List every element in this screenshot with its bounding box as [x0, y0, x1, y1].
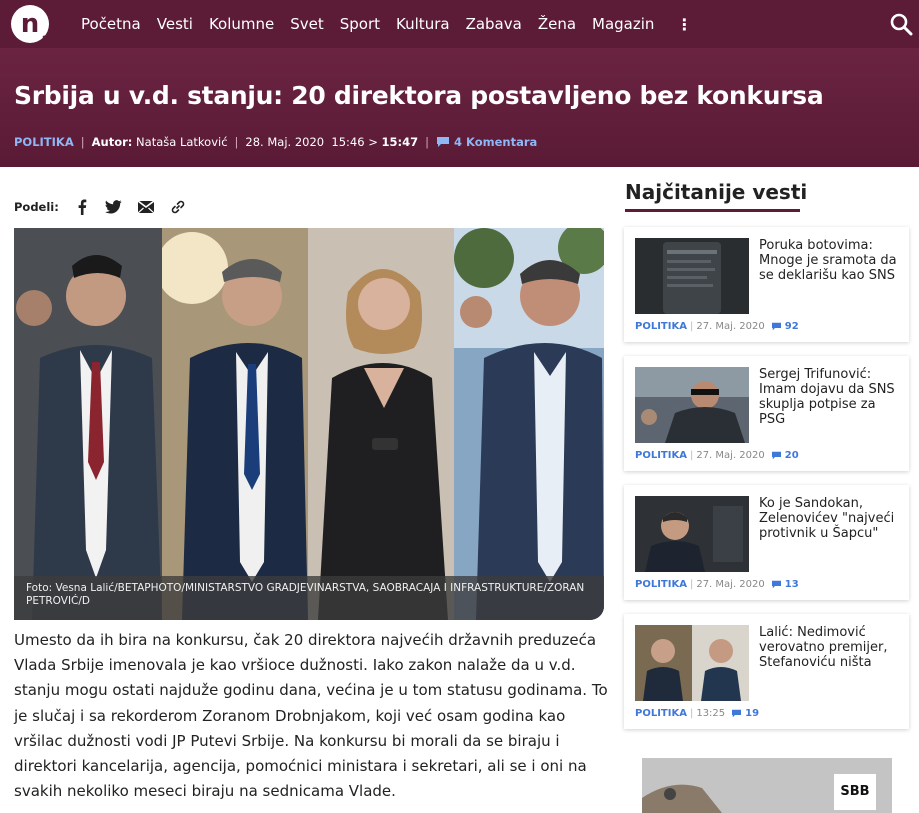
news-thumbnail: [635, 367, 749, 443]
article-category[interactable]: POLITIKA: [14, 135, 74, 149]
news-comment-count: 92: [784, 321, 799, 332]
article-time-created: 15:46 >: [331, 135, 378, 149]
nav-item-svet[interactable]: Svet: [290, 15, 324, 33]
news-date: 27. Maj. 2020: [696, 450, 765, 461]
news-meta: POLITIKA | 27. Maj. 2020 20: [635, 450, 799, 461]
logo-sub: s: [42, 33, 47, 42]
news-category: POLITIKA: [635, 708, 687, 719]
facebook-icon[interactable]: [73, 198, 91, 216]
meta-separator: |: [689, 579, 694, 590]
comment-icon: [732, 709, 742, 718]
comment-icon: [771, 451, 781, 460]
news-thumbnail: [635, 625, 749, 701]
news-comment-count: 19: [745, 708, 760, 719]
news-meta: POLITIKA | 13:25 19: [635, 708, 759, 719]
comments-link[interactable]: 4 Komentara: [436, 135, 537, 149]
main-nav: Početna Vesti Kolumne Svet Sport Kultura…: [81, 0, 698, 48]
photo-panel-2: [162, 228, 308, 620]
photo-panel-1: [14, 228, 162, 620]
advertisement-banner[interactable]: SBB: [642, 758, 892, 813]
news-date: 27. Maj. 2020: [696, 579, 765, 590]
top-navigation-bar: n s Početna Vesti Kolumne Svet Sport Kul…: [0, 0, 919, 48]
meta-separator: |: [234, 135, 239, 149]
email-icon[interactable]: [137, 198, 155, 216]
search-icon[interactable]: [889, 12, 913, 36]
news-date: 13:25: [696, 708, 726, 719]
news-comments: 13: [771, 579, 799, 590]
nav-item-sport[interactable]: Sport: [340, 15, 380, 33]
twitter-icon[interactable]: [105, 198, 123, 216]
news-category: POLITIKA: [635, 321, 687, 332]
news-category: POLITIKA: [635, 450, 687, 461]
meta-separator: |: [689, 450, 694, 461]
most-read-item[interactable]: Poruka botovima: Mnoge je sramota da se …: [624, 227, 909, 342]
nav-item-zena[interactable]: Žena: [538, 15, 576, 33]
news-comments: 19: [731, 708, 759, 719]
news-comments: 92: [771, 321, 799, 332]
news-date: 27. Maj. 2020: [696, 321, 765, 332]
article-time-updated: 15:47: [381, 135, 419, 149]
nav-item-vesti[interactable]: Vesti: [157, 15, 193, 33]
share-bar: Podeli:: [14, 198, 187, 216]
article-meta: POLITIKA | Autor: Nataša Latković | 28. …: [14, 135, 537, 149]
news-comments: 20: [771, 450, 799, 461]
most-read-title: Najčitanije vesti: [625, 180, 808, 204]
share-label: Podeli:: [14, 200, 59, 214]
nav-item-zabava[interactable]: Zabava: [466, 15, 522, 33]
most-read-item[interactable]: Ko je Sandokan, Zelenovićev "najveći pro…: [624, 485, 909, 600]
sbb-logo: SBB: [834, 774, 876, 810]
author-label: Autor:: [91, 135, 133, 149]
site-logo[interactable]: n s: [11, 5, 49, 43]
more-menu-icon[interactable]: ⋮: [670, 15, 698, 34]
nav-item-pocetna[interactable]: Početna: [81, 15, 141, 33]
meta-separator: |: [80, 135, 85, 149]
news-title: Ko je Sandokan, Zelenovićev "najveći pro…: [759, 496, 895, 541]
meta-separator: |: [425, 135, 429, 149]
nav-item-magazin[interactable]: Magazin: [592, 15, 654, 33]
nav-item-kolumne[interactable]: Kolumne: [209, 15, 274, 33]
comment-icon: [771, 322, 781, 331]
news-category: POLITIKA: [635, 579, 687, 590]
meta-separator: |: [689, 321, 694, 332]
link-icon[interactable]: [169, 198, 187, 216]
news-meta: POLITIKA | 27. Maj. 2020 92: [635, 321, 799, 332]
author-name: Nataša Latković: [136, 135, 228, 149]
news-title: Poruka botovima: Mnoge je sramota da se …: [759, 238, 897, 283]
most-read-item[interactable]: Lalić: Nedimović verovatno premijer, Ste…: [624, 614, 909, 729]
news-title: Lalić: Nedimović verovatno premijer, Ste…: [759, 625, 888, 670]
most-read-item[interactable]: Sergej Trifunović: Imam dojavu da SNS sk…: [624, 356, 909, 471]
photo-panel-4: [454, 228, 604, 620]
nav-item-kultura[interactable]: Kultura: [396, 15, 450, 33]
photo-caption: Foto: Vesna Lalić/BETAPHOTO/MINISTARSTVO…: [14, 576, 604, 620]
comments-count: 4 Komentara: [453, 135, 538, 149]
news-comment-count: 13: [784, 579, 799, 590]
article-header: Srbija u v.d. stanju: 20 direktora posta…: [0, 48, 919, 167]
article-date: 28. Maj. 2020: [245, 135, 325, 149]
meta-separator: |: [689, 708, 694, 719]
photo-panel-3: [308, 228, 454, 620]
article-title: Srbija u v.d. stanju: 20 direktora posta…: [14, 81, 824, 110]
most-read-underline: [625, 209, 800, 212]
news-thumbnail: [635, 496, 749, 572]
comment-icon: [771, 580, 781, 589]
comment-icon: [436, 137, 449, 147]
news-thumbnail: [635, 238, 749, 314]
article-body: Umesto da ih bira na konkursu, čak 20 di…: [14, 631, 608, 801]
news-comment-count: 20: [784, 450, 799, 461]
news-meta: POLITIKA | 27. Maj. 2020 13: [635, 579, 799, 590]
article-photo: Foto: Vesna Lalić/BETAPHOTO/MINISTARSTVO…: [14, 228, 604, 620]
news-title: Sergej Trifunović: Imam dojavu da SNS sk…: [759, 367, 895, 427]
